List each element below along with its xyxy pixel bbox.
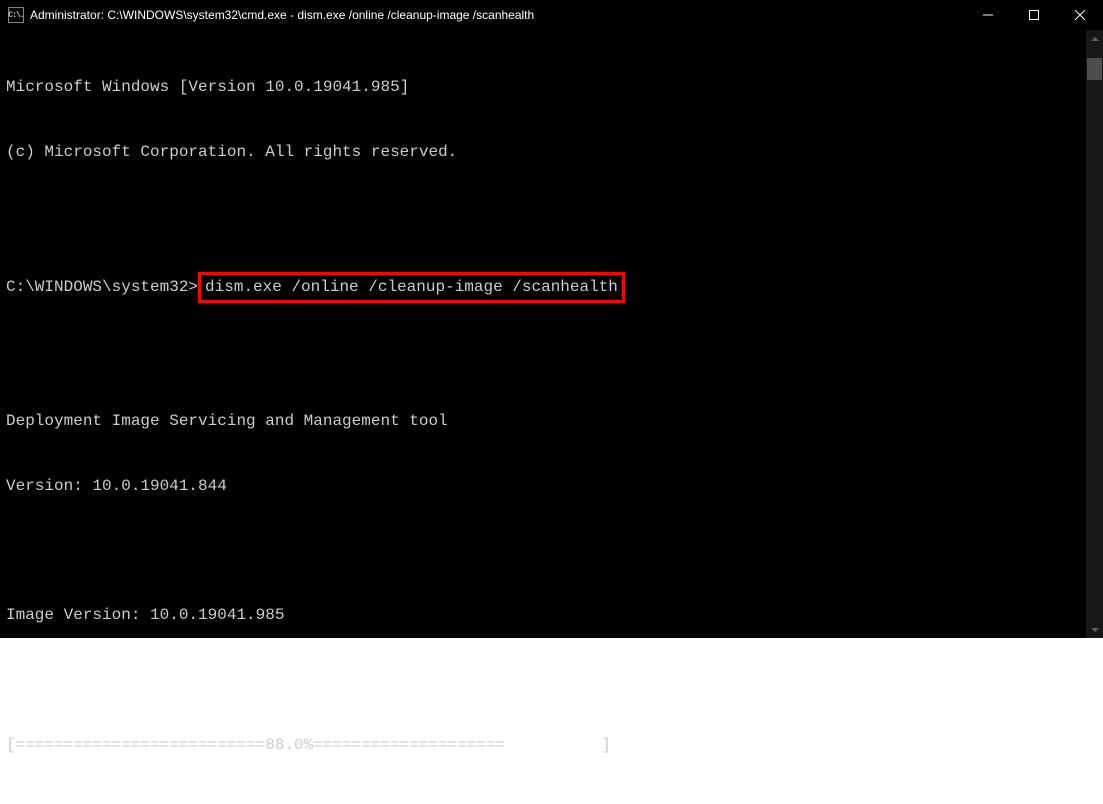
scroll-up-arrow[interactable]	[1086, 30, 1103, 47]
progress-bar: [==========================88.0%========…	[6, 736, 621, 754]
chevron-down-icon	[1091, 628, 1099, 632]
blank-line	[6, 207, 1097, 229]
prompt-line: C:\WINDOWS\system32> dism.exe /online /cl…	[6, 272, 1097, 304]
close-icon	[1075, 10, 1085, 20]
command-highlight: dism.exe /online /cleanup-image /scanhea…	[198, 272, 625, 304]
minimize-icon	[983, 10, 993, 20]
window-controls	[965, 0, 1103, 30]
output-line: Microsoft Windows [Version 10.0.19041.98…	[6, 77, 1097, 99]
prompt-prefix: C:\WINDOWS\system32>	[6, 277, 198, 299]
output-line: Image Version: 10.0.19041.985	[6, 605, 1097, 627]
maximize-icon	[1029, 10, 1039, 20]
output-line: Deployment Image Servicing and Managemen…	[6, 411, 1097, 433]
cmd-window: C:\. Administrator: C:\WINDOWS\system32\…	[0, 0, 1103, 638]
window-title: Administrator: C:\WINDOWS\system32\cmd.e…	[30, 8, 965, 22]
minimize-button[interactable]	[965, 0, 1011, 30]
chevron-up-icon	[1091, 37, 1099, 41]
output-line: Version: 10.0.19041.844	[6, 476, 1097, 498]
vertical-scrollbar[interactable]	[1086, 30, 1103, 638]
output-line: (c) Microsoft Corporation. All rights re…	[6, 142, 1097, 164]
blank-line	[6, 541, 1097, 563]
maximize-button[interactable]	[1011, 0, 1057, 30]
scrollbar-thumb[interactable]	[1087, 58, 1102, 80]
cmd-icon: C:\.	[8, 7, 24, 23]
progress-line: [==========================88.0%========…	[6, 735, 1097, 757]
command-text: dism.exe /online /cleanup-image /scanhea…	[205, 278, 618, 296]
cursor	[623, 751, 633, 755]
titlebar[interactable]: C:\. Administrator: C:\WINDOWS\system32\…	[0, 0, 1103, 30]
blank-line	[6, 346, 1097, 368]
scroll-down-arrow[interactable]	[1086, 621, 1103, 638]
close-button[interactable]	[1057, 0, 1103, 30]
blank-line	[6, 670, 1097, 692]
terminal-output[interactable]: Microsoft Windows [Version 10.0.19041.98…	[0, 30, 1103, 804]
